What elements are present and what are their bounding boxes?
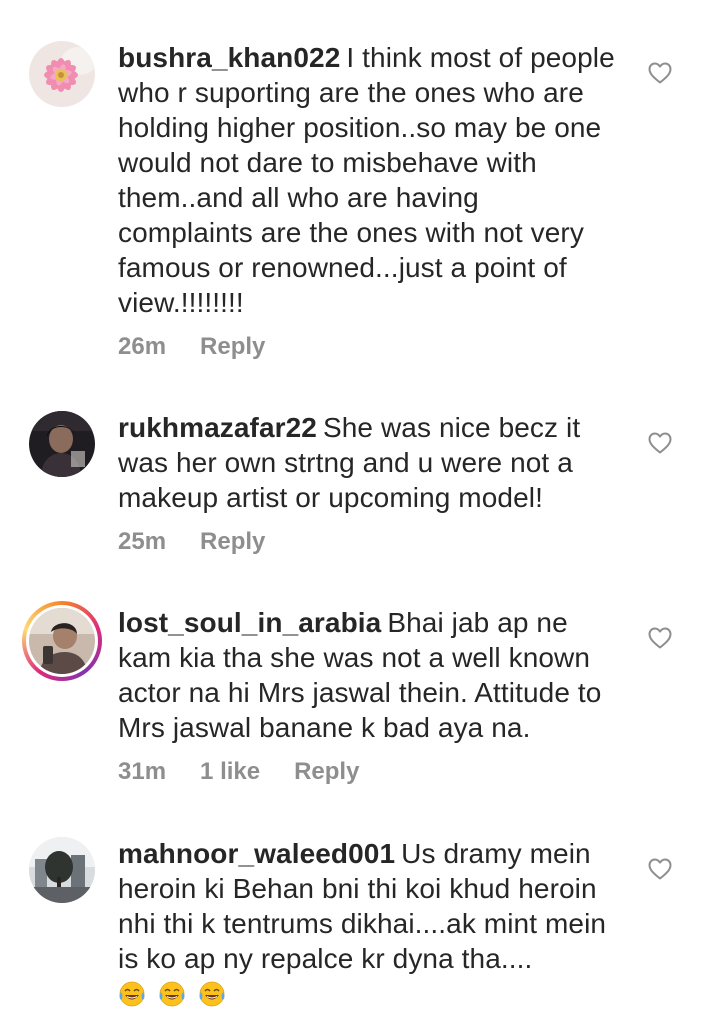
- username-link[interactable]: bushra_khan022: [118, 42, 340, 73]
- comment-text: mahnoor_waleed001 Us dramy mein heroin ki…: [118, 836, 618, 1011]
- comment-meta: 26m Reply: [118, 332, 299, 362]
- avatar[interactable]: [29, 41, 95, 107]
- like-count[interactable]: 1 like: [200, 758, 260, 785]
- comment-text: bushra_khan022 I think most of people who…: [118, 40, 618, 320]
- username-link[interactable]: rukhmazafar22: [118, 412, 317, 443]
- face-with-tears-of-joy-icon: [198, 980, 226, 1008]
- heart-outline-icon: [648, 858, 672, 880]
- like-button[interactable]: [648, 62, 672, 84]
- comment-text: lost_soul_in_arabia Bhai jab ap ne kam ki…: [118, 605, 618, 745]
- heart-outline-icon: [648, 627, 672, 649]
- timestamp: 31m: [118, 758, 167, 785]
- avatar[interactable]: [29, 411, 95, 477]
- username-link[interactable]: mahnoor_waleed001: [118, 838, 395, 869]
- heart-outline-icon: [648, 62, 672, 84]
- comment-meta: 25m Reply: [118, 527, 299, 557]
- reply-button[interactable]: Reply: [200, 333, 265, 360]
- comment-body: I think most of people who r suporting a…: [118, 42, 615, 318]
- timestamp: 26m: [118, 333, 167, 360]
- face-with-tears-of-joy-icon: [158, 980, 186, 1008]
- story-ring[interactable]: [22, 601, 102, 681]
- timestamp: 25m: [118, 528, 167, 555]
- username-link[interactable]: lost_soul_in_arabia: [118, 607, 381, 638]
- heart-outline-icon: [648, 432, 672, 454]
- person-dark-avatar-icon: [29, 411, 95, 477]
- reply-button[interactable]: Reply: [200, 528, 265, 555]
- face-with-tears-of-joy-icon: [118, 980, 146, 1008]
- avatar[interactable]: [29, 837, 95, 903]
- like-button[interactable]: [648, 858, 672, 880]
- like-button[interactable]: [648, 627, 672, 649]
- emoji-row: [118, 976, 230, 1011]
- comment-meta: 31m 1 like Reply: [118, 757, 393, 787]
- city-tree-avatar-icon: [29, 837, 95, 903]
- reply-button[interactable]: Reply: [294, 758, 359, 785]
- like-button[interactable]: [648, 432, 672, 454]
- avatar: [29, 608, 95, 674]
- person-selfie-avatar-icon: [29, 608, 95, 674]
- pink-flower-avatar-icon: [29, 41, 95, 107]
- comment-text: rukhmazafar22 She was nice becz it was he…: [118, 410, 618, 515]
